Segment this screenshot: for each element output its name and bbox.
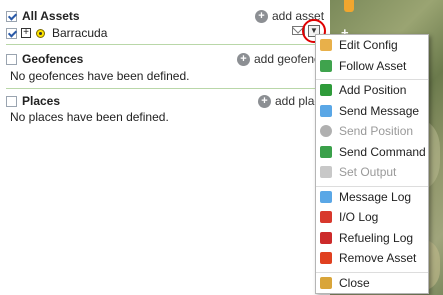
menu-item-io-log[interactable]: I/O Log (316, 207, 428, 228)
geofences-title: Geofences (22, 52, 84, 66)
asset-panel: All Assets + add asset + Barracuda ▼ Geo… (0, 0, 330, 295)
follow-asset-icon (320, 59, 332, 72)
section-divider (6, 88, 324, 89)
section-divider (6, 44, 324, 45)
menu-item-refueling-log[interactable]: Refueling Log (316, 228, 428, 249)
menu-item-close[interactable]: Close (316, 271, 428, 294)
menu-item-message-log[interactable]: Message Log (316, 185, 428, 208)
asset-context-menu: Edit Config Follow Asset Add Position Se… (315, 34, 429, 294)
menu-item-remove-asset[interactable]: Remove Asset (316, 248, 428, 269)
add-icon: + (255, 9, 268, 23)
asset-name: Barracuda (52, 26, 108, 40)
asset-checkbox[interactable] (6, 27, 17, 39)
all-assets-title: All Assets (22, 9, 80, 23)
add-position-icon (320, 84, 332, 97)
map-marker-icon[interactable] (344, 0, 354, 12)
expand-icon[interactable]: + (21, 28, 31, 38)
send-position-icon (320, 125, 332, 138)
geofences-header: Geofences (6, 50, 83, 68)
add-icon: + (258, 94, 271, 108)
asset-row[interactable]: + Barracuda (6, 24, 107, 42)
places-empty-text: No places have been defined. (10, 110, 169, 124)
remove-asset-icon (320, 252, 332, 265)
close-icon (320, 276, 332, 289)
menu-item-send-position: Send Position (316, 121, 428, 142)
places-title: Places (22, 94, 61, 108)
menu-item-add-position[interactable]: Add Position (316, 79, 428, 101)
add-place-label: add place (275, 94, 315, 108)
all-assets-checkbox[interactable] (6, 10, 17, 22)
add-geofence-label: add geofence (254, 52, 315, 66)
refueling-log-icon (320, 231, 332, 244)
places-header: Places (6, 92, 60, 110)
add-place-link[interactable]: + add place (258, 92, 315, 110)
add-geofence-link[interactable]: + add geofence (237, 50, 315, 68)
send-message-icon (320, 104, 332, 117)
io-log-icon (320, 211, 332, 224)
message-log-icon (320, 190, 332, 203)
set-output-icon (320, 166, 332, 179)
geofences-empty-text: No geofences have been defined. (10, 69, 190, 83)
menu-item-edit-config[interactable]: Edit Config (316, 35, 428, 56)
add-icon: + (237, 52, 250, 66)
edit-config-icon (320, 39, 332, 52)
send-command-icon (320, 145, 332, 158)
places-checkbox[interactable] (6, 95, 17, 107)
menu-item-send-message[interactable]: Send Message (316, 101, 428, 122)
geofences-checkbox[interactable] (6, 53, 17, 65)
menu-item-follow-asset[interactable]: Follow Asset (316, 56, 428, 77)
menu-item-send-command[interactable]: Send Command (316, 142, 428, 163)
menu-item-set-output: Set Output (316, 162, 428, 183)
asset-status-icon (36, 28, 45, 38)
all-assets-header: All Assets (6, 7, 80, 25)
